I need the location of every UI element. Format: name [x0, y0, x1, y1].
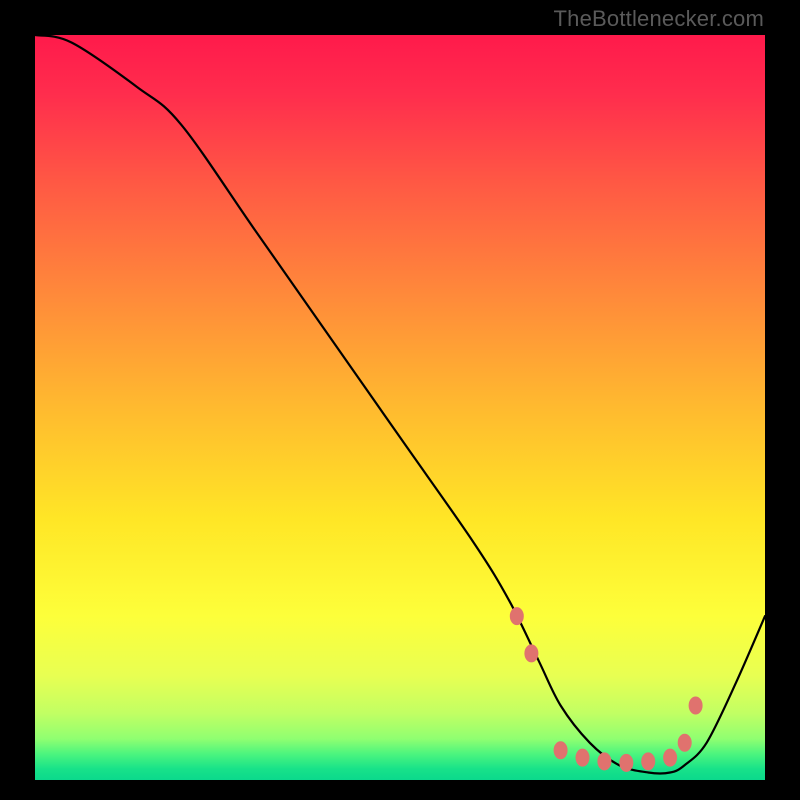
curve-marker [663, 749, 677, 767]
bottleneck-curve [35, 35, 765, 773]
chart-frame: TheBottlenecker.com [0, 0, 800, 800]
attribution-label: TheBottlenecker.com [554, 6, 764, 32]
curve-marker [678, 734, 692, 752]
curve-marker [576, 749, 590, 767]
curve-marker [619, 754, 633, 772]
plot-area [35, 35, 765, 780]
curve-marker [524, 644, 538, 662]
curve-marker [510, 607, 524, 625]
curve-marker [554, 741, 568, 759]
curve-marker [597, 752, 611, 770]
curve-marker [689, 697, 703, 715]
curve-markers [510, 607, 703, 772]
chart-svg [35, 35, 765, 780]
curve-marker [641, 752, 655, 770]
